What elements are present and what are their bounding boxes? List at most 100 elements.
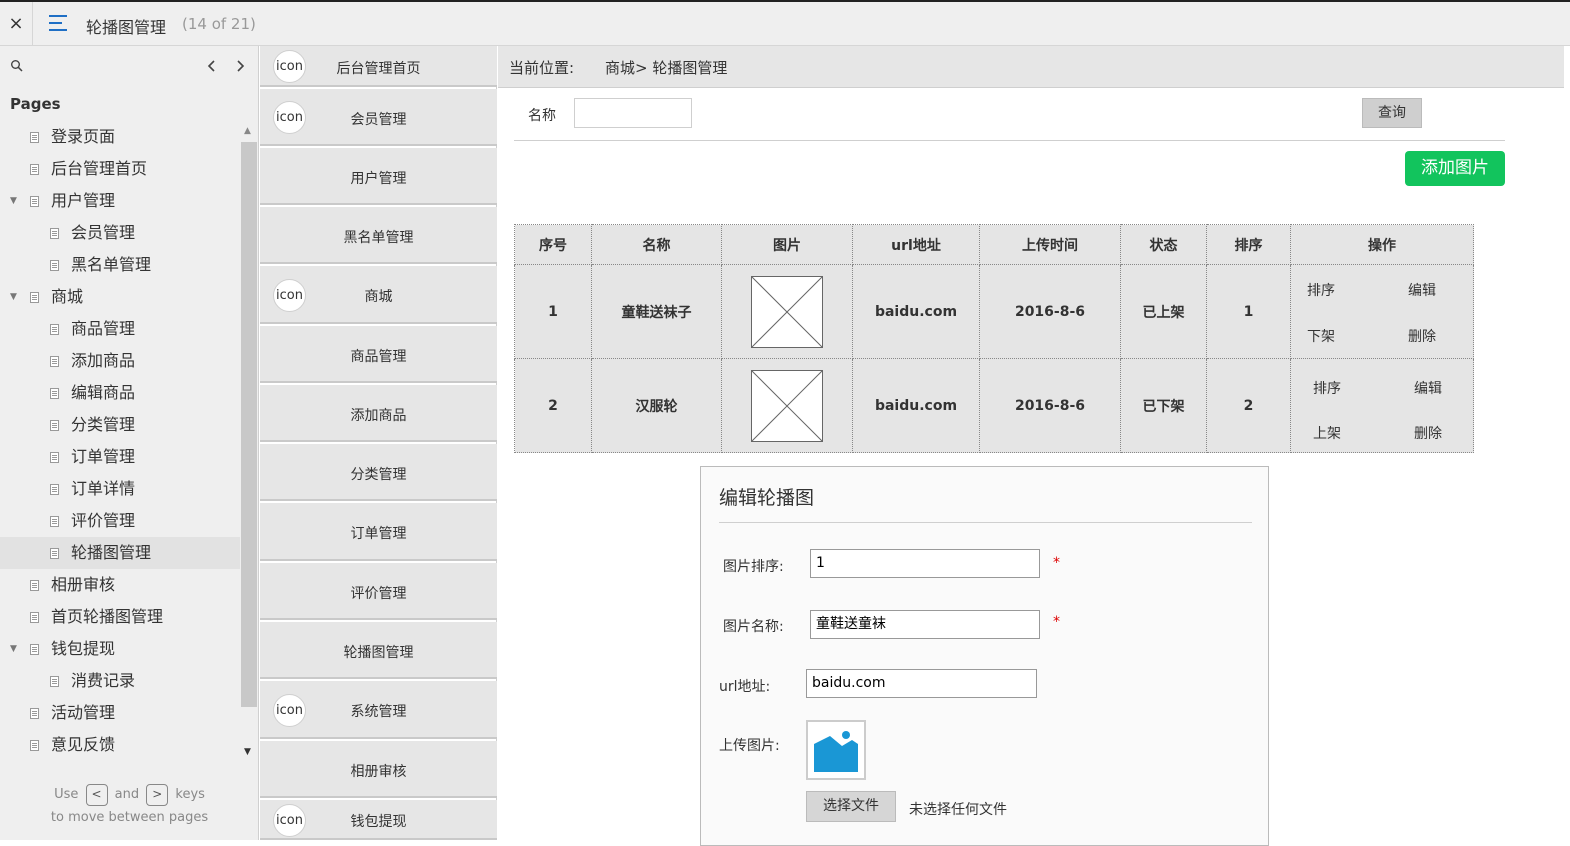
cell-order: 1 — [1206, 264, 1291, 359]
edit-link[interactable]: 编辑 — [1414, 378, 1442, 398]
sidebar-page-item[interactable]: 商品管理 — [0, 313, 240, 345]
page-icon — [50, 324, 59, 335]
nav-item-label: 相册审核 — [350, 764, 407, 780]
sidebar-page-item[interactable]: 黑名单管理 — [0, 249, 240, 281]
name-field-label: 图片名称: — [723, 619, 784, 635]
sidebar-page-label: 黑名单管理 — [71, 255, 152, 274]
nav-item[interactable]: 分类管理 — [260, 444, 497, 501]
sidebar-page-label: 用户管理 — [51, 191, 116, 210]
page-icon — [30, 164, 39, 175]
sidebar-page-item[interactable]: 分类管理 — [0, 409, 240, 441]
sidebar-page-label: 登录页面 — [51, 127, 116, 146]
cell-id: 1 — [514, 264, 592, 359]
sidebar-page-item[interactable]: 订单管理 — [0, 441, 240, 473]
nav-item[interactable]: icon 钱包提现 — [260, 800, 497, 840]
sort-field[interactable]: 1 — [810, 549, 1040, 578]
sidebar-page-label: 会员管理 — [71, 223, 136, 242]
nav-item[interactable]: icon 后台管理首页 — [260, 46, 497, 87]
image-icon — [812, 726, 860, 774]
nav-item[interactable]: 添加商品 — [260, 385, 497, 442]
chevron-left-icon[interactable] — [207, 59, 217, 73]
pages-sidebar: Pages 登录页面 后台管理首页 ▼ 用户管理 会员管理 黑名单管理 ▼ 商城 商品管理 添加商… — [0, 46, 259, 840]
sidebar-page-label: 商品管理 — [71, 319, 136, 338]
scroll-up-icon[interactable]: ▲ — [244, 126, 251, 136]
image-placeholder-icon — [751, 369, 823, 442]
sidebar-page-item[interactable]: 订单详情 — [0, 473, 240, 505]
keyboard-hint: Use < and > keys to move between pages — [0, 783, 259, 829]
sidebar-page-item[interactable]: 登录页面 — [0, 121, 240, 153]
hint-line2: to move between pages — [50, 810, 209, 825]
close-icon[interactable]: × — [0, 2, 33, 46]
sidebar-page-item[interactable]: 编辑商品 — [0, 377, 240, 409]
sidebar-page-item[interactable]: 后台管理首页 — [0, 153, 240, 185]
sidebar-page-item[interactable]: 消费记录 — [0, 665, 240, 697]
cell-id: 2 — [514, 358, 592, 453]
page-tree: 登录页面 后台管理首页 ▼ 用户管理 会员管理 黑名单管理 ▼ 商城 商品管理 添加商品 编辑商品分… — [0, 121, 240, 761]
url-field[interactable]: baidu.com — [806, 669, 1037, 698]
prev-key-icon: < — [85, 783, 108, 806]
sidebar-page-item[interactable]: 活动管理 — [0, 697, 240, 729]
sidebar-page-item[interactable]: 相册审核 — [0, 569, 240, 601]
edit-link[interactable]: 编辑 — [1408, 280, 1436, 300]
page-icon — [50, 356, 59, 367]
sidebar-page-item[interactable]: ▼ 钱包提现 — [0, 633, 240, 665]
next-key-icon: > — [146, 783, 169, 806]
nav-item[interactable]: 商品管理 — [260, 326, 497, 383]
cell-name: 汉服轮 — [591, 358, 722, 453]
sidebar-page-label: 消费记录 — [71, 671, 136, 690]
cell-status: 已上架 — [1120, 264, 1207, 359]
col-header: 操作 — [1290, 224, 1474, 265]
filter-name-input[interactable] — [574, 98, 692, 128]
upload-field-label: 上传图片: — [719, 738, 780, 754]
delete-link[interactable]: 删除 — [1414, 423, 1442, 443]
image-placeholder-icon — [751, 275, 823, 348]
nav-item[interactable]: 黑名单管理 — [260, 207, 497, 264]
cell-time: 2016-8-6 — [979, 358, 1121, 453]
pages-heading: Pages — [10, 95, 61, 113]
search-icon[interactable] — [10, 59, 24, 73]
chevron-right-icon[interactable] — [235, 59, 245, 73]
nav-item[interactable]: 订单管理 — [260, 503, 497, 561]
caret-down-icon[interactable]: ▼ — [10, 281, 17, 313]
sidebar-page-item[interactable]: ▼ 用户管理 — [0, 185, 240, 217]
nav-item[interactable]: 相册审核 — [260, 741, 497, 798]
caret-down-icon[interactable]: ▼ — [10, 633, 17, 665]
nav-item-label: 会员管理 — [350, 112, 407, 128]
scroll-down-icon[interactable]: ▼ — [244, 747, 251, 757]
divider — [514, 140, 1505, 141]
nav-item[interactable]: 轮播图管理 — [260, 622, 497, 679]
required-mark: * — [1053, 555, 1060, 571]
add-image-button[interactable]: 添加图片 — [1405, 151, 1505, 186]
sidebar-scrollbar[interactable] — [241, 142, 257, 707]
sidebar-page-item[interactable]: 评价管理 — [0, 505, 240, 537]
nav-item-label: 订单管理 — [350, 526, 407, 542]
page-icon — [50, 516, 59, 527]
sidebar-page-item[interactable]: 首页轮播图管理 — [0, 601, 240, 633]
unshelve-link[interactable]: 下架 — [1307, 326, 1335, 346]
nav-item[interactable]: icon 会员管理 — [260, 89, 497, 146]
nav-item-label: 添加商品 — [350, 408, 407, 424]
shelve-link[interactable]: 上架 — [1313, 423, 1341, 443]
nav-item[interactable]: 评价管理 — [260, 563, 497, 620]
nav-item[interactable]: 用户管理 — [260, 148, 497, 205]
nav-item-label: 后台管理首页 — [336, 61, 421, 77]
breadcrumb-label: 当前位置: — [509, 59, 575, 77]
caret-down-icon[interactable]: ▼ — [10, 185, 17, 217]
sort-link[interactable]: 排序 — [1307, 280, 1335, 300]
main-content: 当前位置: 商城> 轮播图管理 名称 查询 添加图片 序号 名称 图片 url地… — [498, 46, 1570, 846]
banner-table: 序号 名称 图片 url地址 上传时间 状态 排序 操作 1 童鞋送袜子 bai… — [514, 224, 1474, 453]
name-field[interactable]: 童鞋送童袜 — [810, 610, 1040, 639]
sidebar-page-item[interactable]: 会员管理 — [0, 217, 240, 249]
delete-link[interactable]: 删除 — [1408, 326, 1436, 346]
sort-link[interactable]: 排序 — [1313, 378, 1341, 398]
nav-item[interactable]: icon 商城 — [260, 266, 497, 324]
menu-icon[interactable] — [49, 15, 69, 33]
choose-file-button[interactable]: 选择文件 — [806, 791, 896, 822]
sidebar-page-item[interactable]: ▼ 商城 — [0, 281, 240, 313]
sidebar-page-item[interactable]: 意见反馈 — [0, 729, 240, 761]
nav-item[interactable]: icon 系统管理 — [260, 681, 497, 739]
sidebar-page-item[interactable]: 添加商品 — [0, 345, 240, 377]
sidebar-page-item[interactable]: 轮播图管理 — [0, 537, 240, 569]
upload-preview[interactable] — [806, 720, 866, 780]
query-button[interactable]: 查询 — [1362, 98, 1422, 128]
